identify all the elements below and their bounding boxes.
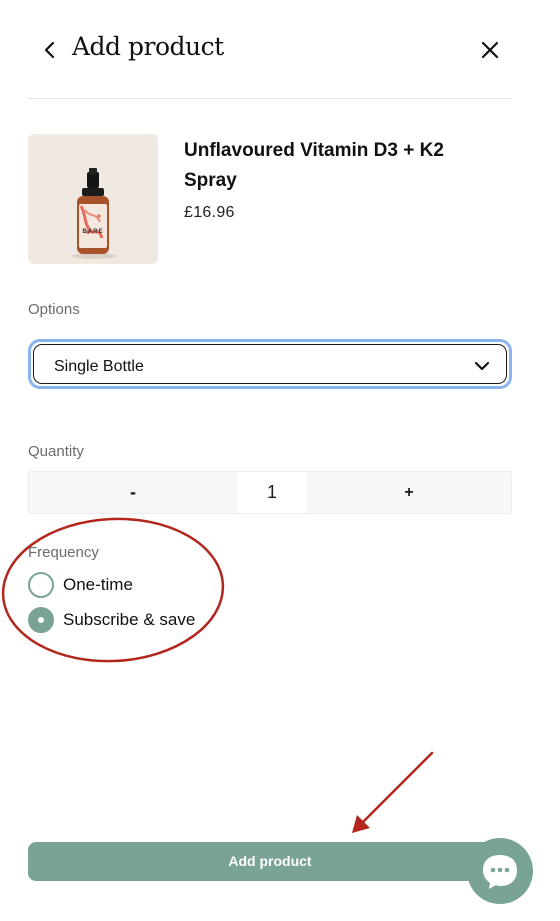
- options-selected-value: Single Bottle: [54, 358, 144, 375]
- product-brand-text: BARE: [82, 229, 104, 235]
- radio-label-subscribe: Subscribe & save: [63, 610, 196, 629]
- spray-bottle-image: [72, 168, 116, 259]
- quantity-value[interactable]: 1: [237, 472, 307, 513]
- radio-one-time[interactable]: [28, 572, 54, 598]
- chevron-down-icon: [474, 361, 490, 371]
- options-select-border: Single Bottle: [33, 344, 507, 384]
- options-select[interactable]: Single Bottle: [28, 339, 512, 389]
- chevron-left-icon: [44, 41, 55, 59]
- add-product-button[interactable]: Add product: [28, 842, 512, 881]
- close-icon: [481, 41, 499, 59]
- header-divider: [28, 98, 512, 99]
- header: Add product: [28, 28, 512, 72]
- options-label: Options: [28, 301, 80, 318]
- radio-label-one-time: One-time: [63, 575, 133, 594]
- page-title: Add product: [72, 32, 224, 61]
- product-price: £16.96: [184, 204, 235, 221]
- frequency-label: Frequency: [28, 544, 99, 561]
- product-image: BARE: [28, 134, 158, 264]
- back-button[interactable]: [38, 38, 62, 62]
- quantity-label: Quantity: [28, 443, 84, 460]
- product-name: Unflavoured Vitamin D3 + K2 Spray: [184, 140, 444, 191]
- chat-button[interactable]: [467, 838, 533, 904]
- close-button[interactable]: [478, 38, 502, 62]
- chat-bubble-icon: [483, 855, 517, 889]
- quantity-decrease-button[interactable]: -: [29, 472, 237, 513]
- arrow-annotation-icon: [352, 751, 434, 833]
- quantity-increase-button[interactable]: +: [307, 472, 511, 513]
- radio-subscribe[interactable]: [28, 607, 54, 633]
- quantity-stepper: - 1 +: [28, 471, 512, 514]
